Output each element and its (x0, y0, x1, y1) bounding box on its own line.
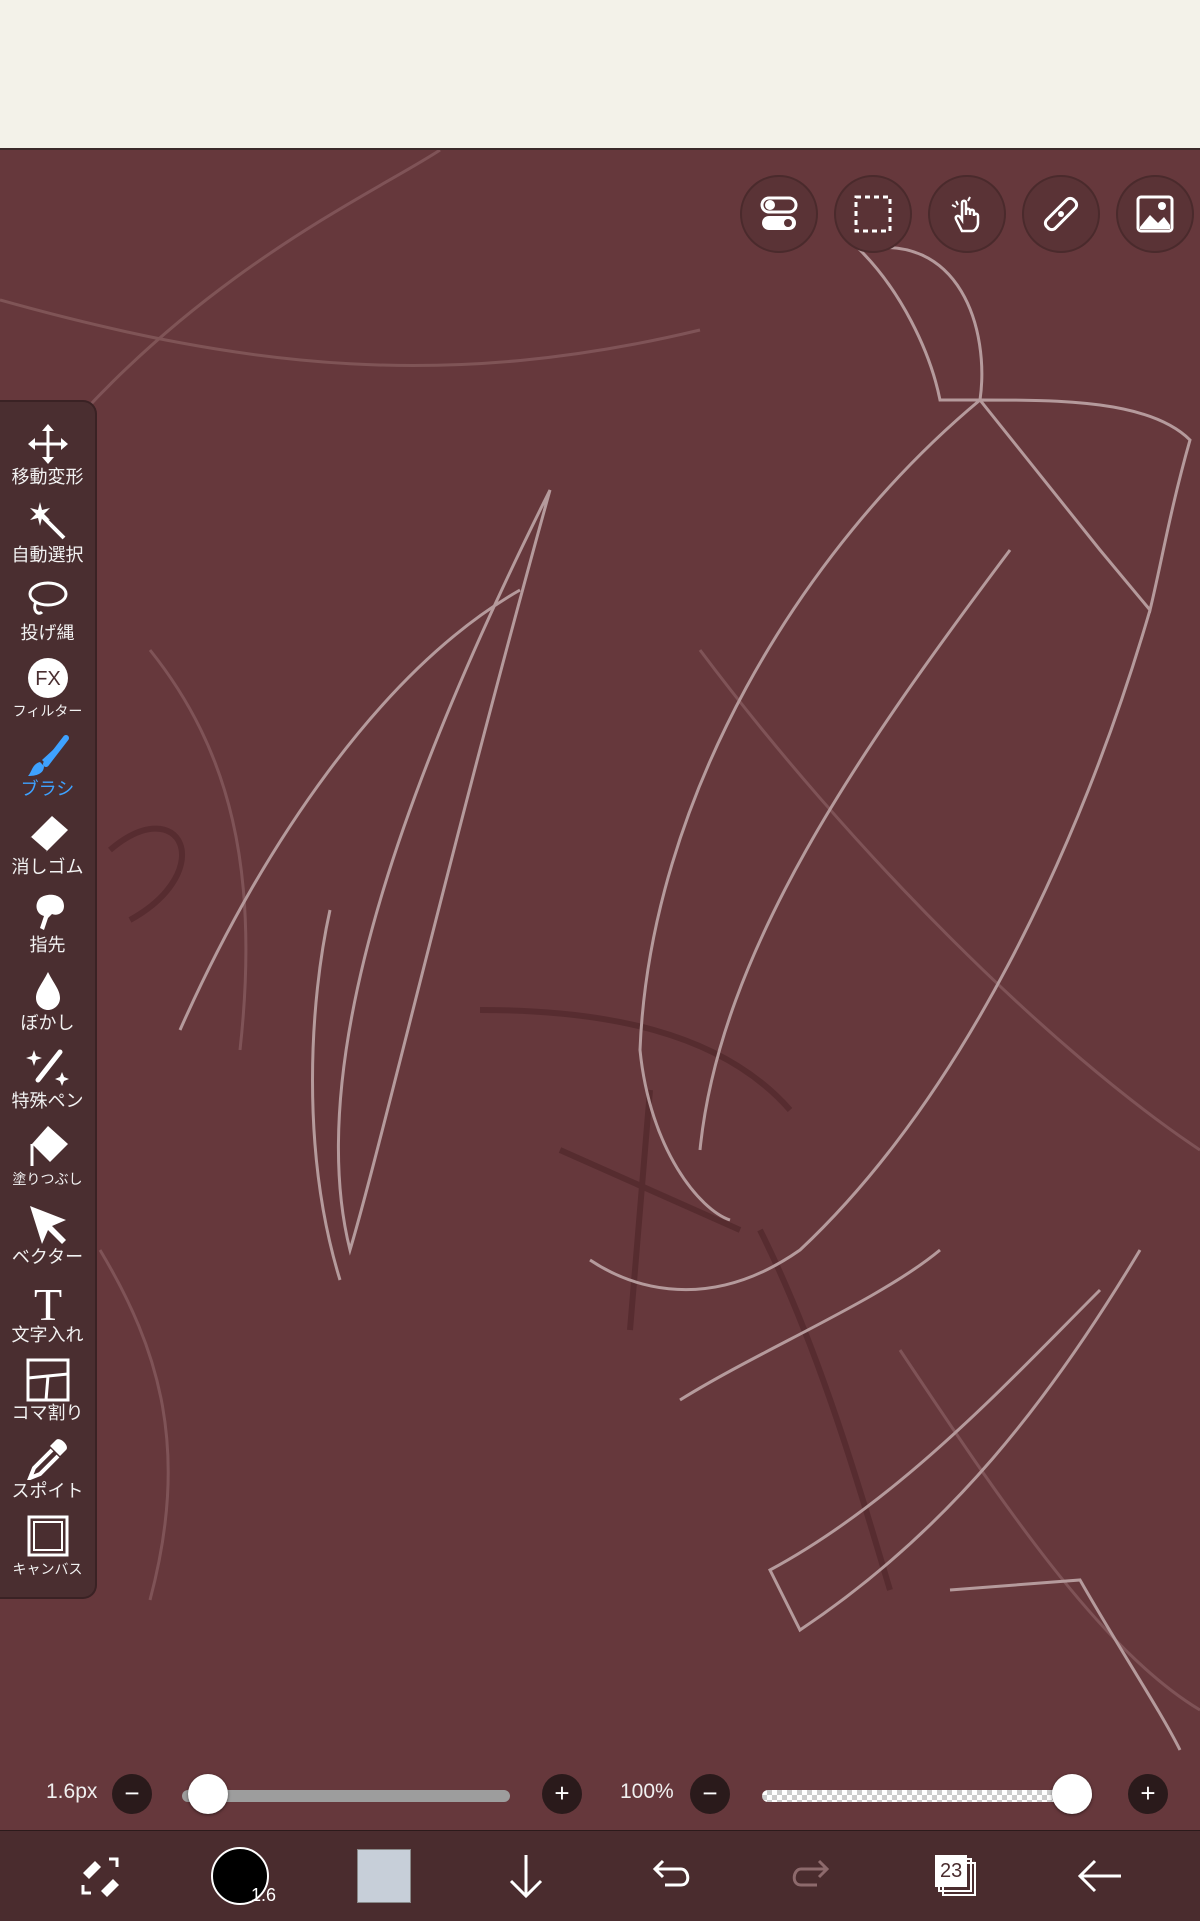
reference-image-button[interactable] (1116, 175, 1194, 253)
layer-count: 23 (940, 1860, 963, 1882)
tool-brush[interactable]: ブラシ (0, 734, 95, 812)
brush-size-preview[interactable]: 1.6 (210, 1846, 276, 1906)
slider-row: 1.6px − + 100% − + (0, 1770, 1200, 1820)
image-icon (1136, 195, 1174, 233)
tool-blur[interactable]: ぼかし (0, 968, 95, 1046)
redo-icon (792, 1859, 830, 1887)
hand-touch-icon (951, 196, 980, 233)
color-swatch (357, 1849, 411, 1903)
tool-eyedropper[interactable]: スポイト (0, 1436, 95, 1514)
selection-button[interactable] (834, 175, 912, 253)
top-bar (0, 0, 1200, 150)
frame-divider-icon (26, 1358, 69, 1402)
tool-label: 指先 (29, 935, 66, 955)
toggle-icon (760, 196, 798, 230)
finger-smudge-icon (36, 894, 64, 930)
tool-label: 移動変形 (11, 467, 84, 487)
quick-tools-button[interactable] (70, 1846, 130, 1906)
tool-text[interactable]: T 文字入れ (0, 1280, 95, 1358)
arrow-left-icon (1077, 1859, 1121, 1893)
tool-label: 特殊ペン (11, 1091, 84, 1111)
blur-drop-icon (35, 972, 60, 1010)
fx-filter-icon: FX (27, 658, 68, 698)
brush-size-slider[interactable] (182, 1790, 510, 1802)
magic-wand-icon (29, 502, 65, 540)
opacity-thumb[interactable] (1052, 1774, 1092, 1814)
tool-label: ベクター (11, 1247, 84, 1267)
drawing-canvas[interactable] (0, 150, 1200, 1830)
tool-canvas[interactable]: キャンバス (0, 1514, 95, 1592)
canvas-icon (27, 1515, 68, 1557)
left-toolbar: 移動変形 自動選択 投げ縄 FX フィルター ブラシ 消しゴム 指先 ぼかし 特… (0, 400, 97, 1599)
opacity-label: 100% (620, 1780, 674, 1803)
svg-text:FX: FX (35, 668, 61, 690)
text-icon: T (33, 1280, 61, 1324)
brush-size-thumb[interactable] (187, 1774, 228, 1814)
opacity-minus-button[interactable]: − (690, 1774, 730, 1814)
brush-size-plus-button[interactable]: + (542, 1774, 582, 1814)
tool-label: スポイト (11, 1481, 84, 1501)
tool-frame-divider[interactable]: コマ割り (0, 1358, 95, 1436)
brush-size-minus-button[interactable]: − (112, 1774, 152, 1814)
back-button[interactable] (1070, 1846, 1130, 1906)
sketch-artwork (0, 150, 1200, 1751)
tool-label: 投げ縄 (20, 623, 75, 643)
swap-brush-eraser-icon (81, 1857, 119, 1897)
hand-button[interactable] (928, 175, 1006, 253)
ruler-icon (1043, 196, 1079, 232)
eraser-icon (28, 816, 68, 854)
special-pen-icon (25, 1049, 69, 1086)
tool-special-pen[interactable]: 特殊ペン (0, 1046, 95, 1124)
vector-arrow-icon (29, 1206, 66, 1244)
tool-auto-select[interactable]: 自動選択 (0, 500, 95, 578)
opacity-slider[interactable] (762, 1790, 1092, 1802)
svg-text:T: T (33, 1280, 61, 1324)
tool-label: 文字入れ (11, 1325, 84, 1345)
download-button[interactable] (496, 1846, 556, 1906)
undo-icon (652, 1859, 690, 1887)
selection-rect-icon (854, 195, 892, 233)
brush-icon (27, 735, 69, 776)
tool-filter[interactable]: FX フィルター (0, 656, 95, 734)
tool-label: コマ割り (11, 1403, 84, 1423)
tool-move-transform[interactable]: 移動変形 (0, 422, 95, 500)
tool-vector[interactable]: ベクター (0, 1202, 95, 1280)
brush-size-label: 1.6px (46, 1780, 98, 1803)
layers-button[interactable]: 23 (926, 1846, 986, 1906)
eyedropper-icon (26, 1439, 67, 1480)
tool-label: フィルター (12, 703, 83, 719)
arrow-down-icon (509, 1855, 543, 1899)
bucket-fill-icon (30, 1126, 68, 1166)
brush-size-badge: 1.6 (250, 1885, 276, 1905)
bottom-toolbar: 1.6 23 (0, 1830, 1200, 1921)
ruler-button[interactable] (1022, 175, 1100, 253)
tool-label: キャンバス (12, 1561, 83, 1577)
tool-label: 自動選択 (11, 545, 84, 565)
opacity-plus-button[interactable]: + (1128, 1774, 1168, 1814)
tool-lasso[interactable]: 投げ縄 (0, 578, 95, 656)
tool-label: ぼかし (20, 1013, 75, 1033)
tool-label: 塗りつぶし (12, 1171, 83, 1187)
redo-button[interactable] (782, 1846, 842, 1906)
tool-fill[interactable]: 塗りつぶし (0, 1124, 95, 1202)
color-picker-button[interactable] (354, 1846, 414, 1906)
lasso-icon (28, 581, 67, 615)
undo-button[interactable] (640, 1846, 700, 1906)
tool-label: ブラシ (20, 779, 75, 799)
toggle-button[interactable] (740, 175, 818, 253)
tool-finger[interactable]: 指先 (0, 890, 95, 968)
tool-label: 消しゴム (11, 857, 84, 877)
tool-eraser[interactable]: 消しゴム (0, 812, 95, 890)
move-transform-icon (27, 424, 68, 464)
top-tools (740, 175, 1194, 253)
